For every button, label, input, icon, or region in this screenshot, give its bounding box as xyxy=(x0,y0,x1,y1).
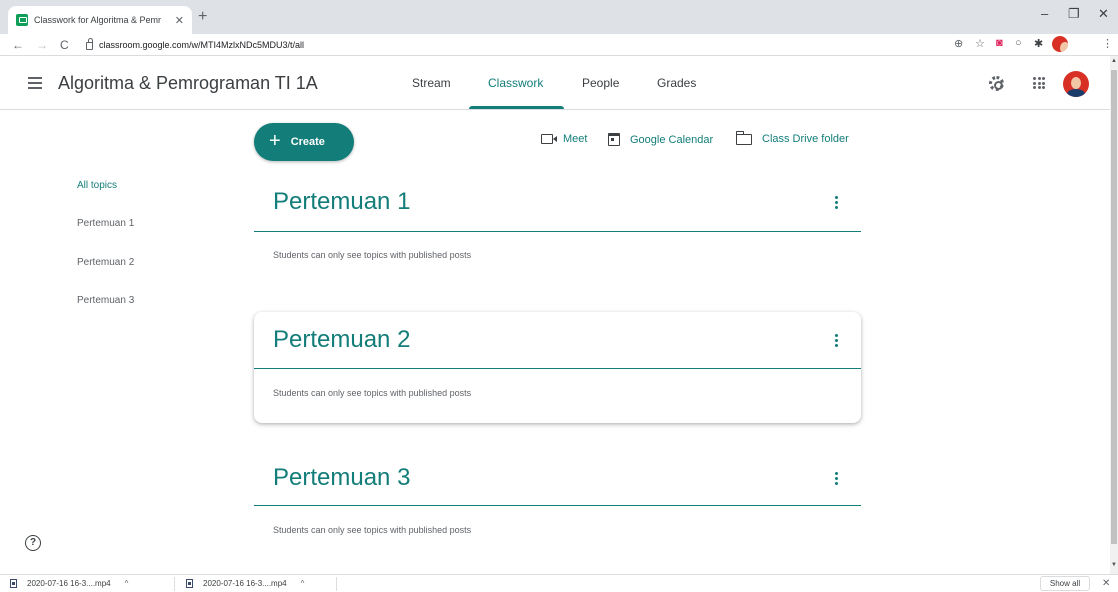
zoom-icon[interactable]: ⊕ xyxy=(954,37,963,50)
classroom-favicon-icon xyxy=(16,14,28,26)
hamburger-menu-icon[interactable] xyxy=(28,77,42,89)
create-label: Create xyxy=(290,136,325,148)
topic-note: Students can only see topics with publis… xyxy=(273,250,472,260)
active-tab-indicator xyxy=(469,106,564,109)
scroll-down-arrow-icon[interactable]: ▼ xyxy=(1111,562,1117,568)
more-options-icon[interactable] xyxy=(835,472,839,487)
topic-section: Pertemuan 1 Students can only see topics… xyxy=(254,176,861,272)
new-tab-button[interactable]: + xyxy=(198,8,207,26)
lock-icon xyxy=(86,38,93,50)
download-file-name: 2020-07-16 16-3....mp4 xyxy=(27,579,111,588)
browser-tab-title: Classwork for Algoritma & Pemr xyxy=(34,15,162,25)
pocket-extension-icon[interactable]: ◙ xyxy=(996,37,1003,49)
topic-section: Pertemuan 3 Students can only see topics… xyxy=(254,450,861,546)
back-button[interactable]: ← xyxy=(12,38,24,52)
restore-window-button[interactable]: ❐ xyxy=(1068,6,1080,22)
google-calendar-link[interactable]: Google Calendar xyxy=(608,133,713,146)
address-url: classroom.google.com/w/MTI4MzlxNDc5MDU3/… xyxy=(99,40,305,50)
topic-title[interactable]: Pertemuan 1 xyxy=(273,188,410,216)
tab-classwork[interactable]: Classwork xyxy=(488,76,543,90)
extensions-puzzle-icon[interactable]: ✱ xyxy=(1034,37,1043,50)
plus-icon: + xyxy=(269,130,281,152)
scroll-up-arrow-icon[interactable]: ▲ xyxy=(1111,58,1117,64)
topic-note: Students can only see topics with publis… xyxy=(273,388,472,398)
google-apps-icon[interactable] xyxy=(1033,77,1045,89)
create-button[interactable]: + Create xyxy=(254,123,354,161)
topic-divider xyxy=(254,231,861,232)
download-divider xyxy=(336,577,337,591)
download-item[interactable]: 2020-07-16 16-3....mp4 ^ xyxy=(10,579,128,588)
account-avatar[interactable] xyxy=(1063,71,1089,97)
help-icon[interactable]: ? xyxy=(25,535,41,551)
google-calendar-label: Google Calendar xyxy=(630,133,714,146)
minimize-window-button[interactable]: – xyxy=(1041,6,1048,21)
browser-toolbar: ← → C classroom.google.com/w/MTI4MzlxNDc… xyxy=(0,34,1118,56)
classroom-header: Algoritma & Pemrograman TI 1A Stream Cla… xyxy=(0,56,1110,110)
download-divider xyxy=(174,577,175,591)
topic-section-highlighted[interactable]: Pertemuan 2 Students can only see topics… xyxy=(254,312,861,423)
show-all-downloads-button[interactable]: Show all xyxy=(1040,576,1090,591)
class-settings-gear-icon[interactable] xyxy=(989,76,1004,91)
video-file-icon xyxy=(10,579,17,588)
more-options-icon[interactable] xyxy=(835,334,839,349)
forward-button[interactable]: → xyxy=(36,38,48,52)
download-options-chevron-icon[interactable]: ^ xyxy=(125,579,129,588)
topics-nav-pertemuan-3[interactable]: Pertemuan 3 xyxy=(77,295,134,306)
close-tab-icon[interactable]: ✕ xyxy=(175,14,184,27)
bookmark-star-icon[interactable]: ☆ xyxy=(975,37,985,50)
browser-menu-icon[interactable]: ⋮ xyxy=(1102,37,1113,50)
scrollbar-thumb[interactable] xyxy=(1111,70,1117,544)
address-bar[interactable]: classroom.google.com/w/MTI4MzlxNDc5MDU3/… xyxy=(86,36,304,54)
class-drive-folder-label: Class Drive folder xyxy=(762,133,849,145)
tab-grades[interactable]: Grades xyxy=(657,76,696,90)
tab-people[interactable]: People xyxy=(582,76,619,90)
close-window-button[interactable]: ✕ xyxy=(1098,6,1109,22)
browser-tab-strip: Classwork for Algoritma & Pemr ✕ + – ❐ ✕ xyxy=(0,0,1118,34)
browser-profile-avatar[interactable] xyxy=(1052,36,1068,52)
download-bar: 2020-07-16 16-3....mp4 ^ 2020-07-16 16-3… xyxy=(0,574,1118,592)
topic-title[interactable]: Pertemuan 3 xyxy=(273,464,410,492)
circle-extension-icon[interactable]: ○ xyxy=(1015,37,1022,49)
meet-label: Meet xyxy=(563,133,588,145)
class-drive-folder-link[interactable]: Class Drive folder xyxy=(735,130,849,145)
browser-tab[interactable]: Classwork for Algoritma & Pemr ✕ xyxy=(8,6,192,34)
topics-nav-pertemuan-2[interactable]: Pertemuan 2 xyxy=(77,257,134,268)
video-file-icon xyxy=(186,579,193,588)
download-item[interactable]: 2020-07-16 16-3....mp4 ^ xyxy=(186,579,304,588)
topic-note: Students can only see topics with publis… xyxy=(273,525,472,535)
tab-stream[interactable]: Stream xyxy=(412,76,451,90)
folder-icon xyxy=(735,130,752,145)
topics-nav-all-topics[interactable]: All topics xyxy=(77,180,117,191)
close-download-bar-icon[interactable]: ✕ xyxy=(1102,578,1110,589)
topic-divider xyxy=(254,505,861,506)
video-camera-icon xyxy=(541,134,557,144)
more-options-icon[interactable] xyxy=(835,196,839,211)
reload-button[interactable]: C xyxy=(60,38,69,52)
topics-nav-pertemuan-1[interactable]: Pertemuan 1 xyxy=(77,218,134,229)
class-title[interactable]: Algoritma & Pemrograman TI 1A xyxy=(58,73,318,94)
topic-title[interactable]: Pertemuan 2 xyxy=(273,326,410,354)
download-options-chevron-icon[interactable]: ^ xyxy=(301,579,305,588)
download-file-name: 2020-07-16 16-3....mp4 xyxy=(203,579,287,588)
topic-divider xyxy=(254,368,861,369)
meet-link[interactable]: Meet xyxy=(541,133,587,145)
calendar-icon xyxy=(608,133,620,146)
